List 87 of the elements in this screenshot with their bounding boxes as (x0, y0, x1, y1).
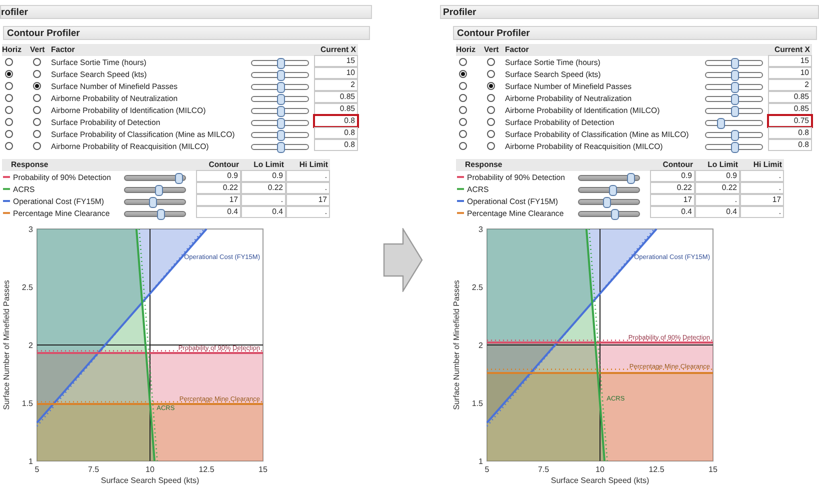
tick-label: 1 (28, 457, 33, 466)
tick-label: 2 (28, 341, 33, 350)
radio-button[interactable] (33, 70, 41, 78)
slider-thumb[interactable] (277, 118, 285, 128)
tick-label: 10 (596, 465, 604, 474)
slider-thumb[interactable] (277, 70, 285, 80)
slider-thumb[interactable] (174, 172, 183, 184)
tick-label: 2.5 (22, 283, 33, 292)
radio-button[interactable] (487, 142, 495, 150)
radio-button[interactable] (5, 70, 13, 78)
radio-button[interactable] (459, 106, 467, 114)
tick-label: 3 (478, 225, 483, 234)
slider-thumb[interactable] (277, 82, 285, 92)
tick-label: 2 (478, 341, 483, 350)
axis-title: Surface Number of Minefield Passes (2, 280, 11, 410)
radio-button[interactable] (487, 118, 495, 126)
crosshair-line[interactable] (486, 344, 714, 346)
section-header[interactable]: Profiler (440, 5, 819, 19)
axis-title: Surface Search Speed (kts) (550, 476, 650, 485)
radio-button[interactable] (459, 130, 467, 138)
radio-button[interactable] (487, 106, 495, 114)
radio-button[interactable] (459, 58, 467, 66)
tick-label: 15 (258, 465, 268, 474)
tick-label: 1.5 (472, 399, 483, 408)
tick-label: 2.5 (472, 283, 483, 292)
right-arrow-icon (383, 228, 423, 292)
radio-button[interactable] (459, 82, 467, 90)
radio-button[interactable] (487, 82, 495, 90)
tick-label: 1 (478, 457, 483, 466)
slider-thumb[interactable] (156, 208, 165, 220)
radio-button[interactable] (33, 58, 41, 66)
radio-button[interactable] (5, 82, 13, 90)
radio-button[interactable] (33, 106, 41, 114)
tick-label: 10 (146, 465, 154, 474)
slider-thumb[interactable] (155, 184, 163, 196)
section-header[interactable]: rofiler (0, 5, 372, 19)
slider-thumb[interactable] (610, 208, 619, 220)
radio-button[interactable] (5, 58, 13, 66)
radio-button[interactable] (459, 118, 467, 126)
slider-thumb[interactable] (731, 106, 739, 116)
radio-button[interactable] (487, 130, 495, 138)
slider-thumb[interactable] (277, 106, 285, 116)
slider-thumb[interactable] (277, 94, 285, 104)
tick-label: 7.5 (88, 465, 100, 474)
slider-thumb[interactable] (603, 196, 611, 208)
slider-thumb[interactable] (731, 70, 739, 80)
tick-label: 12.5 (198, 465, 214, 474)
tick-label: 5 (484, 465, 490, 474)
radio-button[interactable] (487, 94, 495, 102)
slider-thumb[interactable] (731, 130, 739, 140)
tick-label: 15 (708, 465, 718, 474)
slider-thumb[interactable] (731, 142, 739, 152)
radio-button[interactable] (459, 70, 467, 78)
slider-thumb[interactable] (731, 94, 739, 104)
section-header[interactable]: Contour Profiler (3, 26, 370, 40)
tick-label: 7.5 (538, 465, 550, 474)
section-header[interactable]: Contour Profiler (453, 26, 817, 40)
radio-button[interactable] (33, 94, 41, 102)
slider-thumb[interactable] (609, 184, 617, 196)
slider-thumb[interactable] (627, 172, 635, 184)
radio-button[interactable] (5, 130, 13, 138)
tick-label: 3 (28, 225, 33, 234)
radio-button[interactable] (5, 142, 13, 150)
tick-label: 12.5 (648, 465, 664, 474)
slider-thumb[interactable] (731, 58, 739, 68)
slider-thumb[interactable] (731, 82, 739, 92)
slider-thumb[interactable] (277, 142, 285, 152)
radio-button[interactable] (459, 142, 467, 150)
radio-button[interactable] (33, 82, 41, 90)
radio-button[interactable] (5, 106, 13, 114)
radio-button[interactable] (33, 142, 41, 150)
tick-label: 5 (34, 465, 40, 474)
radio-button[interactable] (33, 118, 41, 126)
radio-button[interactable] (487, 58, 495, 66)
slider-thumb[interactable] (277, 130, 285, 140)
radio-button[interactable] (5, 94, 13, 102)
slider-thumb[interactable] (277, 58, 285, 68)
axis-title: Surface Search Speed (kts) (100, 476, 200, 485)
axis-title: Surface Number of Minefield Passes (452, 280, 461, 410)
slider-thumb[interactable] (149, 196, 157, 208)
radio-button[interactable] (459, 94, 467, 102)
radio-button[interactable] (5, 118, 13, 126)
slider-thumb[interactable] (717, 118, 725, 128)
crosshair-line[interactable] (36, 344, 264, 346)
tick-label: 1.5 (22, 399, 33, 408)
radio-button[interactable] (33, 130, 41, 138)
radio-button[interactable] (487, 70, 495, 78)
